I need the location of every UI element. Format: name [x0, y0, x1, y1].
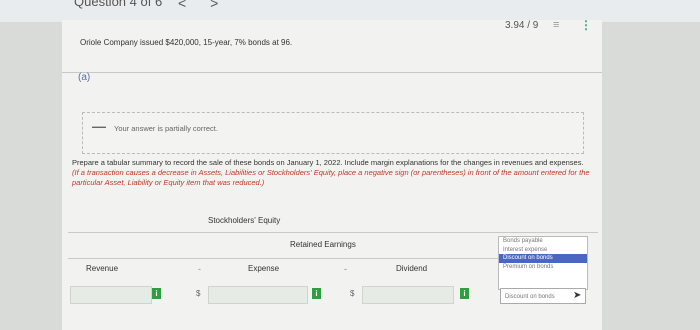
- dropdown-option[interactable]: Bonds payable: [499, 237, 587, 246]
- info-icon[interactable]: i: [460, 288, 469, 299]
- expense-header: Expense: [248, 264, 280, 273]
- stockholders-equity-header: Stockholders' Equity: [208, 216, 281, 225]
- list-icon[interactable]: ≡: [553, 19, 560, 31]
- question-nav: Question 4 of 6: [74, 0, 163, 9]
- score-display: 3.94 / 9: [505, 20, 539, 31]
- revenue-header: Revenue: [86, 264, 119, 273]
- feedback-text: Your answer is partially correct.: [114, 124, 218, 133]
- question-text: Oriole Company issued $420,000, 15-year,…: [80, 38, 293, 47]
- mouse-cursor-icon: ➤: [573, 290, 582, 301]
- dollar-sign: $: [350, 289, 355, 298]
- retained-earnings-header: Retained Earnings: [290, 240, 356, 249]
- dropdown-option[interactable]: Interest expense: [499, 246, 587, 255]
- dividend-input[interactable]: [362, 286, 454, 304]
- minus-operator: -: [344, 264, 347, 274]
- instructions: Prepare a tabular summary to record the …: [72, 158, 592, 188]
- instructions-main: Prepare a tabular summary to record the …: [72, 158, 584, 167]
- dollar-sign: $: [196, 289, 201, 298]
- next-button[interactable]: >: [210, 0, 218, 11]
- prev-button[interactable]: <: [178, 0, 186, 11]
- instructions-note: (If a transaction causes a decrease in A…: [72, 168, 590, 187]
- dropdown-option[interactable]: Discount on bonds: [499, 254, 587, 263]
- minus-icon: —: [92, 118, 106, 134]
- minus-operator: -: [198, 264, 201, 274]
- expense-input[interactable]: [208, 286, 308, 304]
- divider: [62, 72, 602, 73]
- part-label: (a): [78, 72, 91, 83]
- more-icon[interactable]: ⋮: [580, 18, 592, 32]
- revenue-input[interactable]: [70, 286, 152, 304]
- info-icon[interactable]: i: [312, 288, 321, 299]
- account-dropdown-list[interactable]: Bonds payable Interest expense Discount …: [498, 236, 588, 290]
- feedback-box: [82, 112, 584, 154]
- info-icon[interactable]: i: [152, 288, 161, 299]
- question-arrows: < >: [178, 0, 238, 11]
- dropdown-option[interactable]: Premium on bonds: [499, 263, 587, 272]
- dividend-header: Dividend: [396, 264, 428, 273]
